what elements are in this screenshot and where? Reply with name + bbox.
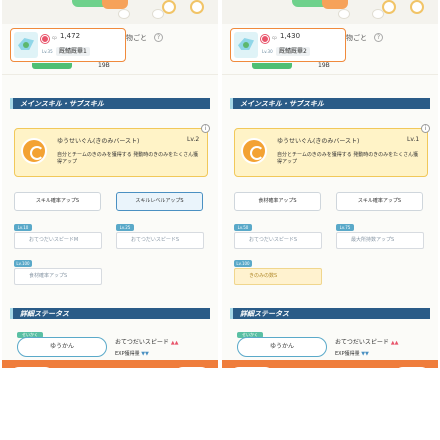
subskill-level-badge: Lv.50 bbox=[234, 224, 252, 231]
tab-indicator-alt[interactable] bbox=[322, 0, 348, 9]
skill-name: ゆうせいぐん(きのみバースト) bbox=[57, 138, 140, 145]
exp-stat: EXP獲得量 ▼▼ bbox=[115, 350, 149, 357]
level-label: Lv.30 bbox=[262, 49, 273, 54]
stat-up-icon: ▲▲ bbox=[170, 340, 179, 346]
exp-label: EXP獲得量 bbox=[115, 351, 140, 357]
subskill-node[interactable]: おてつだいスピードS bbox=[116, 232, 204, 249]
subskill-node[interactable]: きのみの数S bbox=[234, 268, 322, 285]
main-skill-box[interactable]: i ゆうせいぐん(きのみバースト) Lv.1 自分とチームのきのみを獲得する 発動時の… bbox=[234, 124, 430, 177]
pokemon-info-card[interactable]: cp 1,472 Lv.35 厩鯖厩畢1 bbox=[10, 28, 126, 62]
stat-down-icon: ▼▼ bbox=[361, 351, 369, 357]
subskill-button[interactable]: スキル確率アップS bbox=[336, 192, 423, 211]
subskill-level-badge: Lv.100 bbox=[14, 260, 32, 267]
section-divider bbox=[2, 74, 218, 88]
tab-indicator-alt[interactable] bbox=[102, 0, 128, 9]
subskill-button[interactable]: スキル確率アップS bbox=[14, 192, 101, 211]
energy-text: 19B bbox=[318, 62, 330, 69]
info-icon[interactable]: i bbox=[421, 124, 430, 133]
skill-level: Lv.1 bbox=[407, 136, 420, 143]
skill-level: Lv.2 bbox=[187, 136, 200, 143]
pokemon-avatar bbox=[14, 32, 38, 58]
menu-button[interactable] bbox=[174, 367, 210, 368]
main-skill-box[interactable]: i ゆうせいぐん(きのみバースト) Lv.2 自分とチームのきのみを獲得する 発動時の… bbox=[14, 124, 210, 177]
screen-panel-right: cp 1,430 Lv.30 厩鯖厩畢2 物ごと? 19B メインスキル・サブスキル i ゆうせ… bbox=[222, 0, 438, 368]
subskill-button[interactable]: 食材確率アップS bbox=[234, 192, 321, 211]
cp-value: 1,430 bbox=[280, 32, 301, 40]
speed-label: おてつだいスピード bbox=[335, 339, 389, 346]
section-header-skill: メインスキル・サブスキル bbox=[230, 98, 430, 109]
ride-label: 物ごと bbox=[346, 34, 367, 42]
mini-circle-icon bbox=[338, 9, 350, 19]
energy-bar bbox=[252, 63, 292, 69]
exp-label: EXP獲得量 bbox=[335, 351, 360, 357]
skill-icon bbox=[241, 138, 267, 164]
mini-circle-icon bbox=[152, 9, 164, 19]
subskill-node[interactable]: 最大所持数アップS bbox=[336, 232, 424, 249]
bag-icon[interactable] bbox=[382, 0, 396, 14]
avatar-body bbox=[23, 42, 29, 48]
subskill-level-badge: Lv.75 bbox=[336, 224, 354, 231]
skill-name: ゆうせいぐん(きのみバースト) bbox=[277, 138, 360, 145]
pokemon-name: 厩鯖厩畢2 bbox=[276, 47, 310, 56]
section-header-status: 詳細ステータス bbox=[10, 308, 210, 319]
subskill-node[interactable]: おてつだいスピードS bbox=[234, 232, 322, 249]
pokemon-name: 厩鯖厩畢1 bbox=[56, 47, 90, 56]
back-button[interactable]: もどる bbox=[230, 367, 274, 368]
section-header-label: メインスキル・サブスキル bbox=[20, 100, 104, 108]
subskill-level-badge: Lv.100 bbox=[234, 260, 252, 267]
help-icon[interactable]: ? bbox=[374, 33, 383, 42]
cp-label: cp bbox=[272, 35, 277, 40]
bag-icon[interactable] bbox=[162, 0, 176, 14]
hp-icon bbox=[261, 35, 269, 43]
subskill-button[interactable]: スキルレベルアップS bbox=[116, 192, 203, 211]
info-icon[interactable]: i bbox=[201, 124, 210, 133]
avatar-body bbox=[243, 42, 249, 48]
pokemon-info-card[interactable]: cp 1,430 Lv.30 厩鯖厩畢2 bbox=[230, 28, 346, 62]
section-header-label: 詳細ステータス bbox=[240, 310, 289, 318]
help-icon[interactable]: ? bbox=[154, 33, 163, 42]
cp-value: 1,472 bbox=[60, 32, 81, 40]
section-header-skill: メインスキル・サブスキル bbox=[10, 98, 210, 109]
section-divider bbox=[222, 74, 438, 88]
energy-text: 19B bbox=[98, 62, 110, 69]
hp-icon bbox=[41, 35, 49, 43]
screen-bottom-blank bbox=[0, 394, 440, 440]
subskill-level-badge: Lv.10 bbox=[14, 224, 32, 231]
speed-stat: おてつだいスピード ▲▲ bbox=[115, 337, 179, 346]
stat-up-icon: ▲▲ bbox=[390, 340, 399, 346]
subskill-node[interactable]: 食材確率アップS bbox=[14, 268, 102, 285]
subskill-level-badge: Lv.25 bbox=[116, 224, 134, 231]
section-header-status: 詳細ステータス bbox=[230, 308, 430, 319]
speed-label: おてつだいスピード bbox=[115, 339, 169, 346]
skill-description: 自分とチームのきのみを獲得する 発動時のきのみをたくさん獲得アップ bbox=[277, 152, 419, 165]
nature-value[interactable]: ゆうかん bbox=[237, 337, 327, 357]
back-button[interactable]: もどる bbox=[10, 367, 54, 368]
level-label: Lv.35 bbox=[42, 49, 53, 54]
mini-circle-icon bbox=[118, 9, 130, 19]
menu-button[interactable] bbox=[394, 367, 430, 368]
pokemon-avatar bbox=[234, 32, 258, 58]
ride-label: 物ごと bbox=[126, 34, 147, 42]
section-header-label: 詳細ステータス bbox=[20, 310, 69, 318]
exp-stat: EXP獲得量 ▼▼ bbox=[335, 350, 369, 357]
cp-label: cp bbox=[52, 35, 57, 40]
bag-icon[interactable] bbox=[190, 0, 204, 14]
bag-icon[interactable] bbox=[410, 0, 424, 14]
nature-value[interactable]: ゆうかん bbox=[17, 337, 107, 357]
energy-bar bbox=[32, 63, 72, 69]
stat-down-icon: ▼▼ bbox=[141, 351, 149, 357]
screen-panel-left: cp 1,472 Lv.35 厩鯖厩畢1 物ごと? 19B メインスキル・サブスキル i ゆうせ… bbox=[2, 0, 218, 368]
skill-description: 自分とチームのきのみを獲得する 発動時のきのみをたくさん獲得アップ bbox=[57, 152, 199, 165]
speed-stat: おてつだいスピード ▲▲ bbox=[335, 337, 399, 346]
subskill-node[interactable]: おてつだいスピードM bbox=[14, 232, 102, 249]
skill-icon bbox=[21, 138, 47, 164]
section-header-label: メインスキル・サブスキル bbox=[240, 100, 324, 108]
mini-circle-icon bbox=[372, 9, 384, 19]
